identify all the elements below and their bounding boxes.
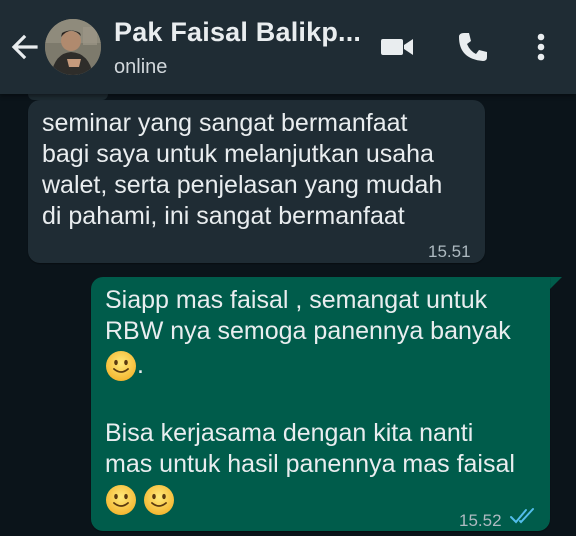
message-text-line: di pahami, ini sangat bermanfaat xyxy=(42,202,405,230)
contact-status: online xyxy=(114,56,168,78)
voice-call-icon[interactable] xyxy=(454,28,492,66)
message-timestamp: 15.51 xyxy=(428,242,471,261)
message-text-line: seminar yang sangat bermanfaat xyxy=(42,109,408,137)
double-check-icon xyxy=(509,503,537,534)
contact-avatar[interactable] xyxy=(45,19,101,75)
more-options-icon[interactable] xyxy=(522,28,560,66)
message-text-line: Bisa kerjasama dengan kita nanti xyxy=(105,419,474,447)
message-text-line: walet, serta penjelasan yang mudah xyxy=(42,171,443,199)
message-text-line-emoji: . xyxy=(105,350,144,382)
back-arrow-icon[interactable] xyxy=(6,30,44,64)
message-text-line: RBW nya semoga panennya banyak xyxy=(105,317,511,345)
message-text-line: Siapp mas faisal , semangat untuk xyxy=(105,286,488,314)
slightly-smiling-face-icon xyxy=(105,484,137,516)
slightly-smiling-face-icon xyxy=(143,484,175,516)
chat-header: Pak Faisal Balikp... online xyxy=(0,0,576,94)
video-call-icon[interactable] xyxy=(378,28,416,66)
message-text-line: bagi saya untuk melanjutkan usaha xyxy=(42,140,434,168)
message-timestamp: 15.52 xyxy=(459,511,502,530)
message-emoji-line xyxy=(105,484,175,516)
incoming-message-bubble[interactable]: seminar yang sangat bermanfaat bagi saya… xyxy=(28,100,485,263)
slightly-smiling-face-icon xyxy=(105,350,137,382)
contact-name[interactable]: Pak Faisal Balikp... xyxy=(114,17,361,48)
outgoing-message-bubble[interactable]: Siapp mas faisal , semangat untuk RBW ny… xyxy=(91,277,550,531)
message-text-fragment: . xyxy=(137,351,144,379)
message-text-line: mas untuk hasil panennya mas faisal xyxy=(105,450,515,478)
bubble-tail xyxy=(548,277,562,291)
